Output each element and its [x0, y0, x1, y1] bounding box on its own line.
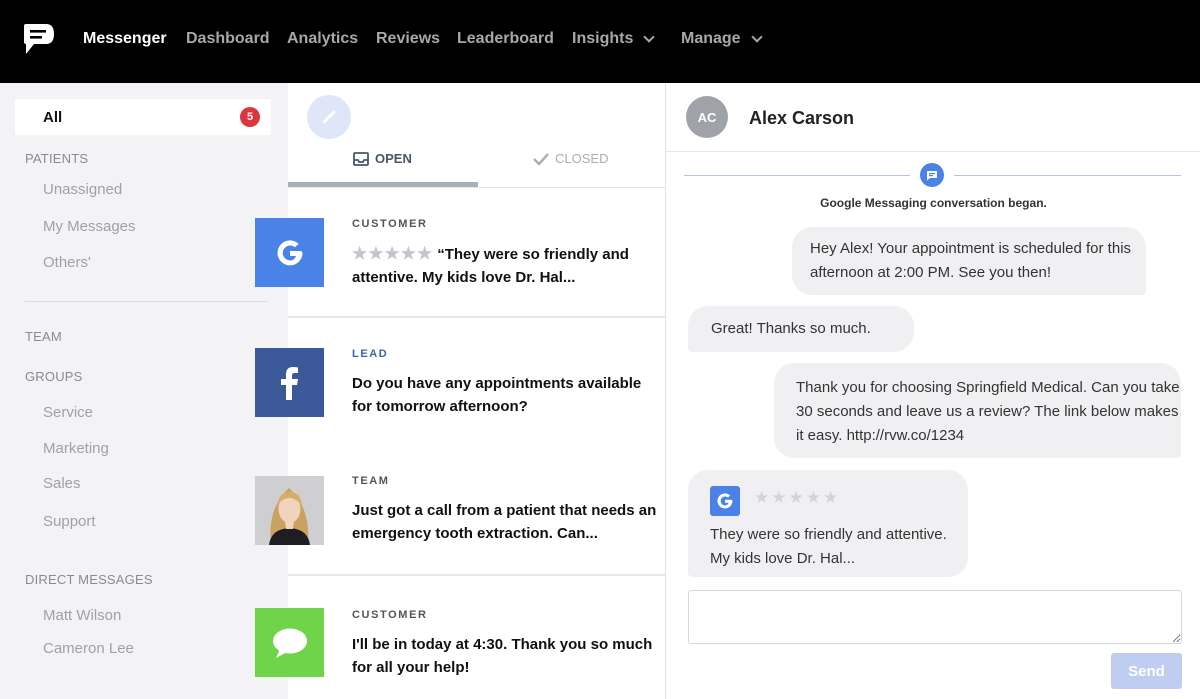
google-messaging-icon: [920, 163, 944, 187]
chevron-down-icon: [643, 30, 656, 43]
rating-stars-icon: ★★★★★: [754, 488, 841, 507]
system-message: Google Messaging conversation began.: [820, 196, 1047, 210]
conversation-preview[interactable]: Just got a call from a patient that need…: [352, 499, 657, 545]
sidebar-item-unassigned[interactable]: Unassigned: [43, 181, 122, 198]
system-divider-line: [954, 175, 1181, 176]
message-input[interactable]: [688, 590, 1182, 644]
team-heading[interactable]: TEAM: [25, 329, 62, 344]
tab-closed[interactable]: CLOSED: [533, 151, 608, 166]
conversation-tag: TEAM: [352, 475, 390, 487]
tab-divider: [288, 187, 665, 188]
send-button[interactable]: Send: [1111, 653, 1182, 689]
outgoing-message: Hey Alex! Your appointment is scheduled …: [792, 227, 1146, 295]
google-g-icon: [277, 239, 302, 265]
conversation-tag: CUSTOMER: [352, 218, 428, 230]
nav-manage[interactable]: Manage: [681, 30, 763, 48]
team-member-photo[interactable]: [255, 476, 324, 545]
unread-count-badge: 5: [240, 107, 260, 127]
groups-heading: GROUPS: [25, 369, 83, 384]
conversation-tag: CUSTOMER: [352, 609, 428, 621]
review-text: They were so friendly and attentive. My …: [710, 526, 947, 567]
speech-bubble-icon: [272, 628, 307, 658]
tab-open[interactable]: OPEN: [353, 151, 412, 166]
direct-messages-heading: DIRECT MESSAGES: [25, 572, 153, 587]
nav-reviews[interactable]: Reviews: [376, 30, 440, 48]
sidebar-item-cameron-lee[interactable]: Cameron Lee: [43, 640, 134, 657]
sidebar-item-sales[interactable]: Sales: [43, 475, 81, 492]
row-divider: [288, 316, 665, 318]
incoming-review-message: ★★★★★ They were so friendly and attentiv…: [688, 470, 968, 577]
row-divider: [288, 574, 665, 576]
system-divider-line: [684, 175, 910, 176]
nav-dashboard[interactable]: Dashboard: [186, 30, 270, 48]
chat-panel: AC Alex Carson Google Messaging conversa…: [665, 83, 1200, 699]
patients-heading: PATIENTS: [25, 151, 89, 166]
person-avatar-icon: [255, 476, 324, 545]
pencil-icon: [323, 110, 336, 123]
compose-button[interactable]: [307, 95, 351, 139]
facebook-f-icon: [280, 366, 298, 400]
sidebar-item-matt-wilson[interactable]: Matt Wilson: [43, 607, 121, 624]
nav-insights[interactable]: Insights: [572, 30, 656, 48]
incoming-message: Great! Thanks so much.: [688, 306, 914, 352]
sidebar-item-marketing[interactable]: Marketing: [43, 440, 109, 457]
sidebar-divider: [25, 301, 268, 302]
sidebar-item-my-messages[interactable]: My Messages: [43, 218, 136, 235]
nav-messenger[interactable]: Messenger: [83, 30, 167, 48]
sidebar-item-support[interactable]: Support: [43, 513, 96, 530]
inbox-icon: [353, 151, 369, 166]
sidebar: All 5 PATIENTS Unassigned My Messages Ot…: [0, 83, 288, 699]
google-icon: [710, 486, 740, 516]
conversation-tag: LEAD: [352, 348, 389, 360]
check-icon: [533, 152, 549, 166]
sidebar-item-others[interactable]: Others': [43, 254, 91, 271]
nav-analytics[interactable]: Analytics: [287, 30, 358, 48]
chevron-down-icon: [750, 30, 763, 43]
tab-open-label: OPEN: [375, 151, 412, 166]
outgoing-message: Thank you for choosing Springfield Medic…: [774, 363, 1181, 458]
top-navigation: Messenger Dashboard Analytics Reviews Le…: [0, 0, 1200, 83]
sms-icon[interactable]: [255, 608, 324, 677]
contact-name[interactable]: Alex Carson: [749, 108, 854, 129]
rating-stars-icon: ★★★★★: [352, 244, 434, 263]
sidebar-item-service[interactable]: Service: [43, 404, 93, 421]
conversation-preview[interactable]: ★★★★★ “They were so friendly and attentiv…: [352, 242, 657, 289]
nav-leaderboard[interactable]: Leaderboard: [457, 30, 554, 48]
conversation-list: OPEN CLOSED CUSTOMER ★★★★★ “They were so …: [288, 83, 665, 699]
conversation-preview[interactable]: I'll be in today at 4:30. Thank you so m…: [352, 633, 657, 679]
facebook-icon[interactable]: [255, 348, 324, 417]
sidebar-item-all[interactable]: All 5: [15, 99, 271, 135]
chat-header-divider: [666, 151, 1200, 152]
google-icon[interactable]: [255, 218, 324, 287]
logo-icon[interactable]: [22, 22, 56, 56]
conversation-preview[interactable]: Do you have any appointments available f…: [352, 372, 657, 418]
contact-avatar[interactable]: AC: [686, 96, 728, 138]
sidebar-item-label: All: [43, 109, 63, 126]
tab-closed-label: CLOSED: [555, 151, 609, 166]
